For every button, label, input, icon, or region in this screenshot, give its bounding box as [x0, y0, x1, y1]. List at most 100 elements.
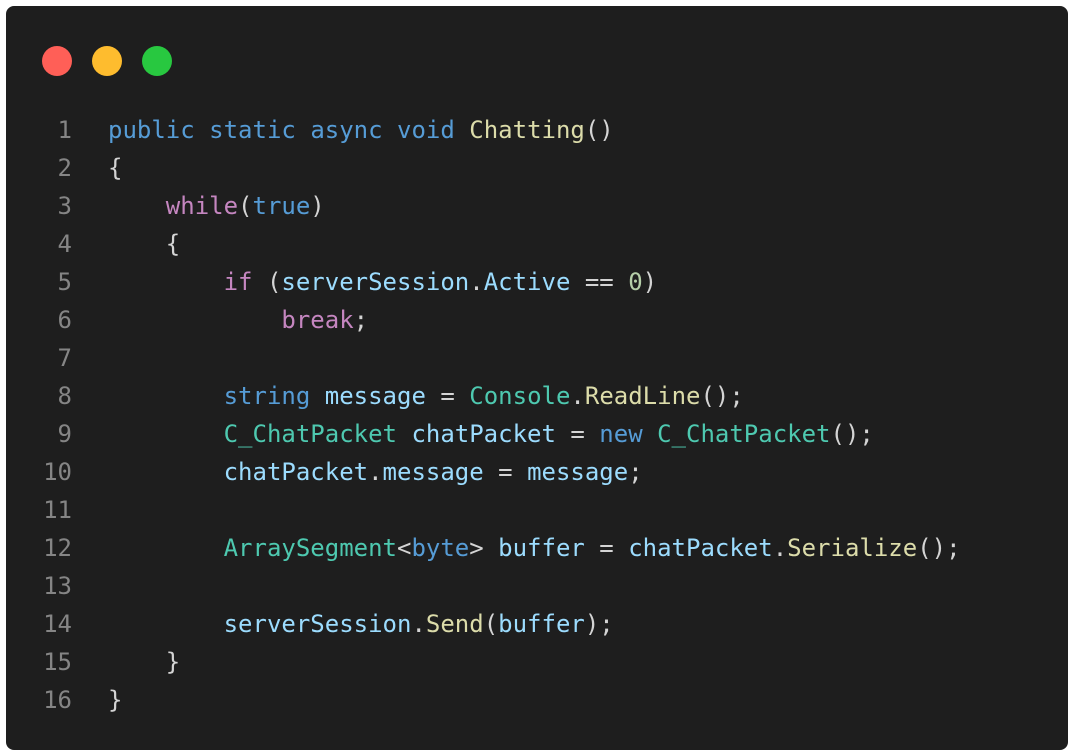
- line-number: 10: [43, 458, 72, 486]
- code-token: serverSession: [223, 610, 412, 638]
- code-token: ();: [917, 534, 961, 562]
- code-token: C_ChatPacket: [223, 420, 397, 448]
- line-number: 14: [43, 610, 72, 638]
- code-token: );: [584, 610, 614, 638]
- code-line: 15 }: [6, 643, 1068, 681]
- line-code[interactable]: [72, 491, 108, 529]
- code-line: 11: [6, 491, 1068, 529]
- code-token: 0: [628, 268, 643, 296]
- code-token: ): [310, 192, 325, 220]
- line-number: 13: [43, 572, 72, 600]
- code-token: static: [209, 116, 296, 144]
- code-token: C_ChatPacket: [657, 420, 831, 448]
- code-line: 2{: [6, 149, 1068, 187]
- code-token: ;: [628, 458, 643, 486]
- code-token: ArraySegment: [223, 534, 397, 562]
- code-token: ==: [570, 268, 629, 296]
- line-number: 1: [57, 116, 72, 144]
- code-token: .: [368, 458, 383, 486]
- line-code[interactable]: {: [72, 149, 122, 187]
- code-token: new: [599, 420, 643, 448]
- line-number: 2: [57, 154, 72, 182]
- code-line: 3 while(true): [6, 187, 1068, 225]
- code-token: serverSession: [281, 268, 470, 296]
- line-number: 7: [57, 344, 72, 372]
- line-code[interactable]: serverSession.Send(buffer);: [72, 605, 614, 643]
- line-number: 3: [57, 192, 72, 220]
- line-code[interactable]: if (serverSession.Active == 0): [72, 263, 658, 301]
- line-code[interactable]: }: [72, 681, 122, 719]
- code-line: 8 string message = Console.ReadLine();: [6, 377, 1068, 415]
- line-code[interactable]: }: [72, 643, 180, 681]
- line-code[interactable]: C_ChatPacket chatPacket = new C_ChatPack…: [72, 415, 874, 453]
- code-token: if: [223, 268, 253, 296]
- code-token: .: [411, 610, 426, 638]
- code-token: buffer: [498, 534, 585, 562]
- code-token: (: [483, 610, 499, 638]
- code-token: (: [252, 268, 282, 296]
- code-token: void: [397, 116, 455, 144]
- code-token: chatPacket: [628, 534, 773, 562]
- code-token: {: [108, 154, 123, 182]
- line-number: 6: [57, 306, 72, 334]
- code-token: message: [382, 458, 484, 486]
- code-token: ();: [830, 420, 874, 448]
- code-token: (): [584, 116, 614, 144]
- close-dot-icon[interactable]: [42, 46, 72, 76]
- code-token: buffer: [498, 610, 585, 638]
- code-line: 12 ArraySegment<byte> buffer = chatPacke…: [6, 529, 1068, 567]
- line-code[interactable]: while(true): [72, 187, 325, 225]
- line-code[interactable]: string message = Console.ReadLine();: [72, 377, 744, 415]
- line-number: 15: [43, 648, 72, 676]
- code-token: break: [281, 306, 354, 334]
- minimize-dot-icon[interactable]: [92, 46, 122, 76]
- maximize-dot-icon[interactable]: [142, 46, 172, 76]
- code-token: byte: [411, 534, 470, 562]
- line-number: 11: [43, 496, 72, 524]
- line-number: 5: [57, 268, 72, 296]
- line-code[interactable]: [72, 339, 108, 377]
- code-token: Active: [483, 268, 571, 296]
- code-token: async: [310, 116, 383, 144]
- code-line: 14 serverSession.Send(buffer);: [6, 605, 1068, 643]
- code-line: 9 C_ChatPacket chatPacket = new C_ChatPa…: [6, 415, 1068, 453]
- code-block: 1 public static async void Chatting() 2{3 …: [6, 111, 1068, 719]
- line-code[interactable]: chatPacket.message = message;: [72, 453, 643, 491]
- code-token: message: [324, 382, 426, 410]
- code-token: Serialize: [787, 534, 918, 562]
- line-code[interactable]: public static async void Chatting(): [72, 111, 614, 149]
- code-token: ): [642, 268, 658, 296]
- code-token: =: [584, 534, 629, 562]
- code-token: chatPacket: [411, 420, 556, 448]
- code-token: ();: [700, 382, 744, 410]
- line-number: 9: [57, 420, 72, 448]
- line-code[interactable]: ArraySegment<byte> buffer = chatPacket.S…: [72, 529, 961, 567]
- line-code[interactable]: {: [72, 225, 180, 263]
- line-number: 8: [57, 382, 72, 410]
- code-window: 1 public static async void Chatting() 2{3 …: [6, 6, 1068, 750]
- code-token: =: [425, 382, 470, 410]
- code-token: string: [223, 382, 311, 410]
- line-code[interactable]: break;: [72, 301, 368, 339]
- code-token: while: [165, 192, 239, 220]
- code-token: .: [469, 268, 484, 296]
- code-token: ;: [353, 306, 369, 334]
- line-code[interactable]: [72, 567, 108, 605]
- code-token: .: [772, 534, 788, 562]
- code-line: 10 chatPacket.message = message;: [6, 453, 1068, 491]
- line-number: 12: [43, 534, 72, 562]
- code-line: 13: [6, 567, 1068, 605]
- code-token: =: [483, 458, 528, 486]
- code-token: >: [469, 534, 499, 562]
- code-token: Console: [469, 382, 571, 410]
